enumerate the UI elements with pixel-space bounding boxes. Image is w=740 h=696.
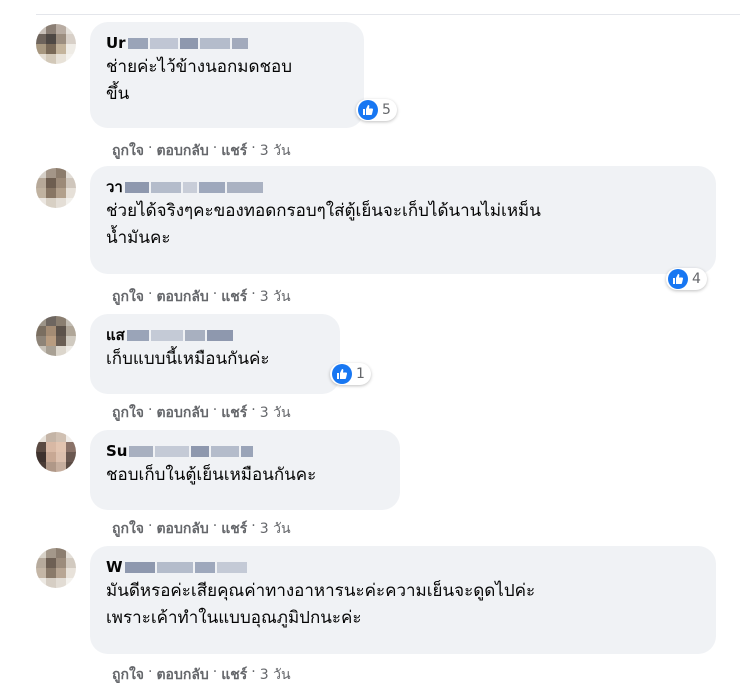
timestamp[interactable]: 3 วัน bbox=[260, 664, 291, 686]
reply-link[interactable]: ตอบกลับ bbox=[156, 286, 208, 308]
share-link[interactable]: แชร์ bbox=[221, 402, 247, 424]
share-link[interactable]: แชร์ bbox=[221, 286, 247, 308]
reply-link[interactable]: ตอบกลับ bbox=[156, 518, 208, 540]
comment-bubble: วา ช่วยได้จริงๆคะของทอดกรอบๆใส่ตู้เย็นจะ… bbox=[90, 166, 716, 274]
avatar[interactable] bbox=[36, 548, 76, 588]
comment-bubble: แส เก็บแบบนี้เหมือนกันค่ะ bbox=[90, 314, 340, 394]
comment-text: ช่ายค่ะไว้ข้างนอกมดชอบ ขึ้น bbox=[106, 57, 293, 104]
avatar[interactable] bbox=[36, 432, 76, 472]
thumbs-up-icon bbox=[358, 100, 378, 120]
commenter-name[interactable]: W bbox=[106, 558, 702, 576]
like-link[interactable]: ถูกใจ bbox=[112, 140, 144, 162]
share-link[interactable]: แชร์ bbox=[221, 140, 247, 162]
avatar[interactable] bbox=[36, 316, 76, 356]
reaction-badge[interactable]: 5 bbox=[356, 99, 397, 121]
reply-link[interactable]: ตอบกลับ bbox=[156, 140, 208, 162]
comment-bubble: Su ชอบเก็บในตู้เย็นเหมือนกันคะ bbox=[90, 430, 400, 510]
thumbs-up-icon bbox=[332, 364, 352, 384]
reaction-badge[interactable]: 4 bbox=[666, 268, 707, 290]
like-link[interactable]: ถูกใจ bbox=[112, 402, 144, 424]
timestamp[interactable]: 3 วัน bbox=[260, 402, 291, 424]
comment-actions: ถูกใจ · ตอบกลับ · แชร์ · 3 วัน bbox=[112, 664, 291, 686]
timestamp[interactable]: 3 วัน bbox=[260, 518, 291, 540]
avatar[interactable] bbox=[36, 168, 76, 208]
comment-text: ช่วยได้จริงๆคะของทอดกรอบๆใส่ตู้เย็นจะเก็… bbox=[106, 201, 541, 248]
like-link[interactable]: ถูกใจ bbox=[112, 286, 144, 308]
comment-bubble: Ur ช่ายค่ะไว้ข้างนอกมดชอบ ขึ้น bbox=[90, 22, 364, 128]
share-link[interactable]: แชร์ bbox=[221, 518, 247, 540]
reply-link[interactable]: ตอบกลับ bbox=[156, 664, 208, 686]
comment-text: เก็บแบบนี้เหมือนกันค่ะ bbox=[106, 349, 270, 369]
timestamp[interactable]: 3 วัน bbox=[260, 140, 291, 162]
comment-actions: ถูกใจ · ตอบกลับ · แชร์ · 3 วัน bbox=[112, 518, 291, 540]
reaction-badge[interactable]: 1 bbox=[330, 363, 371, 385]
comment-text: ชอบเก็บในตู้เย็นเหมือนกันคะ bbox=[106, 465, 317, 485]
comment-actions: ถูกใจ · ตอบกลับ · แชร์ · 3 วัน bbox=[112, 402, 291, 424]
commenter-name[interactable]: วา bbox=[106, 178, 702, 196]
divider bbox=[36, 14, 740, 15]
commenter-name[interactable]: Ur bbox=[106, 34, 350, 52]
comment-text: มันดีหรอค่ะเสียคุณค่าทางอาหารนะค่ะความเย… bbox=[106, 581, 536, 628]
commenter-name[interactable]: แส bbox=[106, 326, 326, 344]
commenter-name[interactable]: Su bbox=[106, 442, 386, 460]
comment-actions: ถูกใจ · ตอบกลับ · แชร์ · 3 วัน bbox=[112, 286, 291, 308]
like-link[interactable]: ถูกใจ bbox=[112, 664, 144, 686]
like-link[interactable]: ถูกใจ bbox=[112, 518, 144, 540]
comment-actions: ถูกใจ · ตอบกลับ · แชร์ · 3 วัน bbox=[112, 140, 291, 162]
timestamp[interactable]: 3 วัน bbox=[260, 286, 291, 308]
thumbs-up-icon bbox=[668, 269, 688, 289]
reply-link[interactable]: ตอบกลับ bbox=[156, 402, 208, 424]
share-link[interactable]: แชร์ bbox=[221, 664, 247, 686]
comment-bubble: W มันดีหรอค่ะเสียคุณค่าทางอาหารนะค่ะความ… bbox=[90, 546, 716, 654]
avatar[interactable] bbox=[36, 24, 76, 64]
